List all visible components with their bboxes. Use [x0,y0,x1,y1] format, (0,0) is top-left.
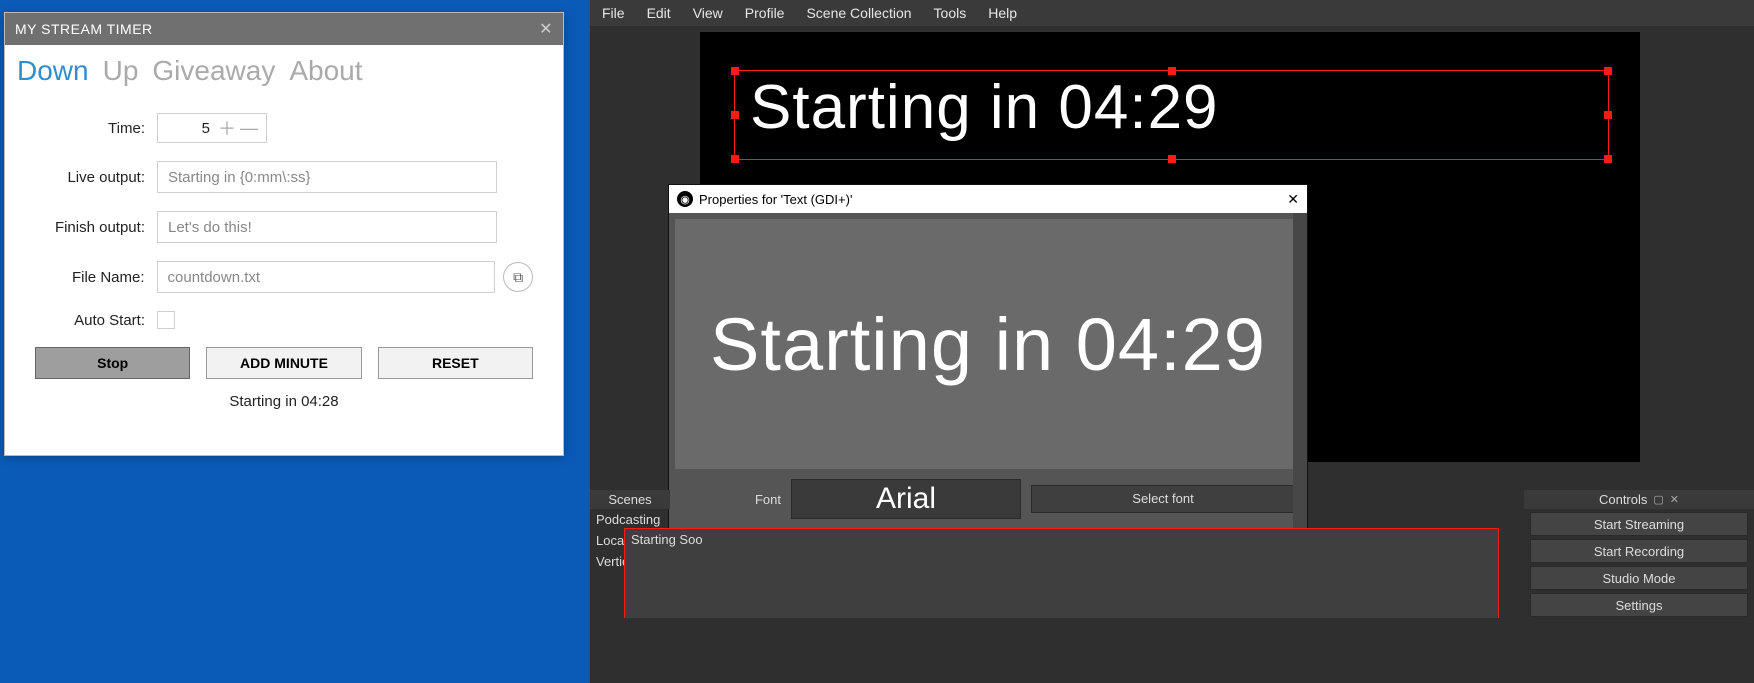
controls-header: Controls ▢ ✕ [1524,490,1754,509]
timer-title: MY STREAM TIMER [15,21,153,37]
timer-close-button[interactable]: ✕ [539,19,553,39]
properties-title: Properties for 'Text (GDI+)' [699,192,852,207]
finish-output-input[interactable] [157,211,497,243]
timer-status: Starting in 04:28 [5,393,563,410]
obs-logo-icon: ◉ [677,191,693,207]
obs-menubar: File Edit View Profile Scene Collection … [590,0,1754,26]
preview-text: Starting in 04:29 [750,72,1219,143]
add-minute-button[interactable]: ADD MINUTE [206,347,361,379]
tab-up[interactable]: Up [103,55,139,87]
auto-start-checkbox[interactable] [157,311,175,329]
scene-item[interactable]: Podcasting [590,509,670,530]
file-name-label: File Name: [35,269,145,286]
scenes-panel: Scenes Starting Soo Podcasting Local Swi… [590,490,670,610]
timer-button-row: Stop ADD MINUTE RESET [5,347,563,379]
timer-titlebar[interactable]: MY STREAM TIMER ✕ [5,13,563,45]
tab-down[interactable]: Down [17,55,89,87]
timer-tabs: Down Up Giveaway About [5,45,563,93]
scene-item[interactable]: Starting Soo [624,528,1499,618]
time-plus-icon[interactable]: ＋ [216,115,238,141]
select-font-button[interactable]: Select font [1031,485,1295,513]
menu-scene-collection[interactable]: Scene Collection [806,5,911,21]
properties-preview: Starting in 04:29 [675,219,1301,469]
controls-header-label: Controls [1599,492,1647,507]
stream-timer-window: MY STREAM TIMER ✕ Down Up Giveaway About… [4,12,564,456]
start-recording-button[interactable]: Start Recording [1530,539,1748,563]
controls-panel: Controls ▢ ✕ Start Streaming Start Recor… [1524,490,1754,620]
copy-button[interactable]: ⧉ [503,262,533,292]
copy-icon: ⧉ [513,269,523,286]
finish-output-label: Finish output: [35,219,145,236]
menu-tools[interactable]: Tools [934,5,967,21]
resize-handle-icon[interactable] [1604,111,1612,119]
start-streaming-button[interactable]: Start Streaming [1530,512,1748,536]
resize-handle-icon[interactable] [731,111,739,119]
menu-file[interactable]: File [602,5,625,21]
properties-titlebar[interactable]: ◉ Properties for 'Text (GDI+)' ✕ [669,185,1307,213]
resize-handle-icon[interactable] [1604,155,1612,163]
resize-handle-icon[interactable] [731,155,739,163]
menu-view[interactable]: View [693,5,723,21]
stop-button[interactable]: Stop [35,347,190,379]
time-spinner[interactable]: 5 ＋ — [157,113,267,143]
studio-mode-button[interactable]: Studio Mode [1530,566,1748,590]
scenes-header: Scenes [590,490,670,509]
settings-button[interactable]: Settings [1530,593,1748,617]
tab-giveaway[interactable]: Giveaway [152,55,275,87]
live-output-input[interactable] [157,161,497,193]
time-value: 5 [164,120,216,137]
live-output-label: Live output: [35,169,145,186]
reset-button[interactable]: RESET [378,347,533,379]
resize-handle-icon[interactable] [731,67,739,75]
undock-icon[interactable]: ▢ [1653,493,1663,506]
tab-about[interactable]: About [289,55,362,87]
menu-edit[interactable]: Edit [647,5,671,21]
obs-window: File Edit View Profile Scene Collection … [590,0,1754,683]
close-icon[interactable]: ✕ [1670,493,1679,506]
properties-preview-text: Starting in 04:29 [710,302,1266,387]
menu-profile[interactable]: Profile [745,5,785,21]
auto-start-label: Auto Start: [35,312,145,329]
resize-handle-icon[interactable] [1604,67,1612,75]
menu-help[interactable]: Help [988,5,1017,21]
properties-close-button[interactable]: ✕ [1287,191,1299,208]
resize-handle-icon[interactable] [1168,155,1176,163]
time-label: Time: [35,120,145,137]
font-display: Arial [791,479,1021,519]
file-name-input[interactable] [157,261,496,293]
time-minus-icon[interactable]: — [238,118,260,139]
font-label: Font [681,492,781,507]
timer-form: Time: 5 ＋ — Live output: Finish output: … [5,93,563,329]
